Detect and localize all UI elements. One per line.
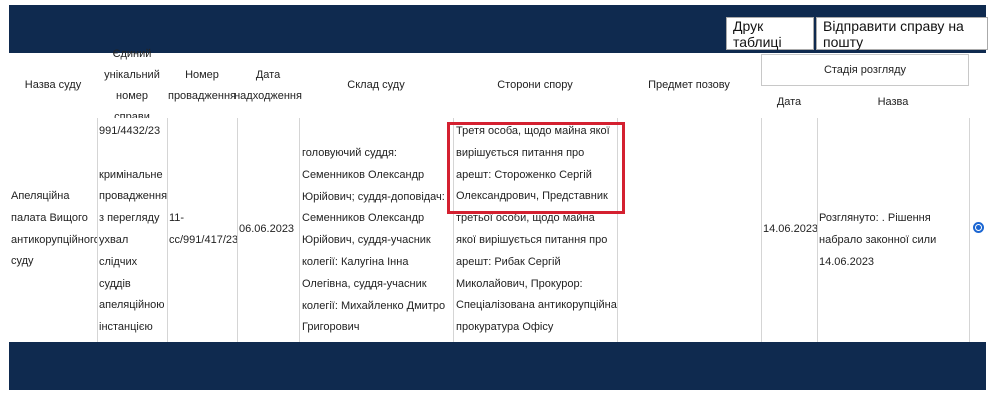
stage-name: Розглянуто: . Рішення набрало законної с… <box>819 212 937 268</box>
column-divider <box>97 118 98 342</box>
header-proceeding-number: Номер провадження <box>167 68 237 102</box>
cell-proceeding-number: 11-cc/991/417/23 <box>169 208 237 252</box>
column-divider <box>453 118 454 342</box>
cell-court: Апеляційна палата Вищого антикорупційног… <box>11 186 97 273</box>
cell-parties: Третя особа, щодо майна якої вирішується… <box>456 121 617 361</box>
row-select-radio[interactable] <box>973 222 984 233</box>
header-panel: Склад суду <box>347 79 405 91</box>
column-divider <box>817 118 818 342</box>
header-stage-name: Назва <box>877 96 909 108</box>
header-stage-date: Дата <box>776 96 802 108</box>
stage-date: 14.06.2023 <box>763 223 817 235</box>
column-divider <box>299 118 300 342</box>
column-divider <box>761 118 762 342</box>
header-unique-number: Єдиний унікальний номер справи <box>104 47 160 123</box>
table-header: Назва суду Єдиний унікальний номер справ… <box>9 47 986 123</box>
radio-selected-dot <box>976 225 981 230</box>
cell-unique-number: 991/4432/23 кримінальне провадження з пе… <box>99 121 167 339</box>
proceeding-number: 11-cc/991/417/23 <box>169 212 237 246</box>
cell-received-date: 06.06.2023 <box>239 219 299 241</box>
column-divider <box>617 118 618 342</box>
header-subject: Предмет позову <box>648 79 730 91</box>
header-parties: Сторони спору <box>497 79 573 91</box>
column-divider <box>969 118 970 342</box>
unique-case-number: 991/4432/23 <box>99 125 161 137</box>
court-panel: головуючий суддя: Семенников Олександр Ю… <box>302 147 446 334</box>
cell-panel: головуючий суддя: Семенников Олександр Ю… <box>302 143 453 339</box>
cell-stage-name: Розглянуто: . Рішення набрало законної с… <box>819 208 969 273</box>
header-court: Назва суду <box>24 79 82 91</box>
send-case-email-button[interactable]: Відправити справу на пошту <box>816 17 988 50</box>
dispute-parties: Третя особа, щодо майна якої вирішується… <box>456 125 617 355</box>
column-divider <box>237 118 238 342</box>
table-row[interactable]: Апеляційна палата Вищого антикорупційног… <box>9 118 986 355</box>
bottom-bar <box>9 342 986 390</box>
court-name: Апеляційна палата Вищого антикорупційног… <box>11 190 97 268</box>
print-table-button[interactable]: Друк таблиці <box>726 17 814 50</box>
cell-stage-date: 14.06.2023 <box>763 219 817 241</box>
received-date: 06.06.2023 <box>239 223 295 235</box>
case-category: кримінальне провадження з перегляду ухва… <box>99 168 167 334</box>
column-divider <box>167 118 168 342</box>
header-received-date: Дата надходження <box>234 68 302 102</box>
header-stage: Стадія розгляду <box>761 54 969 86</box>
